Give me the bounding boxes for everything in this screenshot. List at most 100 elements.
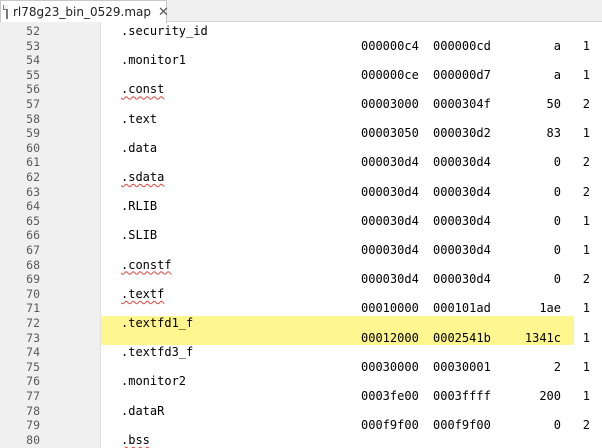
editor-line[interactable]: 56 .const: [0, 82, 602, 97]
section-size: 200: [539, 389, 561, 403]
line-number: 55: [26, 67, 40, 82]
editor-line[interactable]: 80 .bss: [0, 433, 602, 448]
editor-line[interactable]: 70 .textf: [0, 287, 602, 302]
line-number: 56: [26, 82, 40, 97]
section-name: .RLIB: [121, 199, 158, 214]
section-align: 1: [582, 301, 590, 316]
section-name: .SLIB: [121, 228, 158, 243]
line-number: 75: [26, 359, 40, 374]
line-number: 79: [26, 418, 40, 433]
end-address: 00030001: [433, 359, 491, 374]
editor-line[interactable]: 53 000000c4 000000cd a 1: [0, 39, 602, 54]
section-align: 1: [582, 359, 590, 374]
start-address: 00003000: [361, 97, 419, 111]
line-number: 77: [26, 389, 40, 403]
start-address: 00010000: [361, 301, 419, 316]
editor-line[interactable]: 77 0003fe00 0003ffff 200 1: [0, 389, 602, 404]
editor-line[interactable]: 55 000000ce 000000d7 a 1: [0, 68, 602, 83]
line-number: 73: [26, 330, 40, 345]
end-address: 000030d4: [433, 155, 491, 170]
line-number: 70: [26, 286, 40, 301]
start-address: 000030d4: [361, 272, 419, 287]
section-align: 1: [582, 67, 590, 82]
section-size: 0: [553, 272, 561, 287]
section-name: .sdata: [121, 170, 165, 184]
editor-line[interactable]: 69 000030d4 000030d4 0 2: [0, 272, 602, 287]
start-address: 000030d4: [361, 184, 419, 199]
editor-line[interactable]: 67 000030d4 000030d4 0 1: [0, 243, 602, 258]
section-name: .security_id: [121, 24, 208, 38]
section-align: 2: [582, 97, 590, 111]
file-icon: [3, 5, 8, 19]
start-address: 000030d4: [361, 243, 419, 257]
section-align: 2: [582, 272, 590, 287]
tab-title: rl78g23_bin_0529.map: [13, 5, 151, 19]
section-size: 0: [553, 184, 561, 199]
editor-line[interactable]: 59 00003050 000030d2 83 1: [0, 126, 602, 141]
section-align: 1: [582, 243, 590, 257]
line-number: 80: [26, 432, 40, 447]
line-number: 66: [26, 228, 40, 243]
line-number: 72: [26, 316, 40, 330]
editor-text-area[interactable]: 52 .security_id 53 000000c4 000000cd a 1 54 .mon…: [0, 22, 602, 448]
tab-bar: rl78g23_bin_0529.map ✕: [0, 0, 602, 23]
editor-line[interactable]: 66 .SLIB: [0, 228, 602, 243]
line-number: 59: [26, 126, 40, 141]
section-size: 0: [553, 243, 561, 257]
editor-line[interactable]: 60 .data: [0, 141, 602, 156]
editor-line[interactable]: 76 .monitor2: [0, 374, 602, 389]
section-align: 2: [582, 155, 590, 170]
editor-line[interactable]: 79 000f9f00 000f9f00 0 2: [0, 418, 602, 433]
editor-line[interactable]: 78 .dataR: [0, 404, 602, 419]
end-address: 000030d4: [433, 184, 491, 199]
section-name: .const: [121, 82, 165, 97]
editor-line[interactable]: 75 00030000 00030001 2 1: [0, 360, 602, 375]
section-size: a: [553, 38, 561, 53]
line-number: 67: [26, 243, 40, 257]
section-align: 1: [582, 126, 590, 141]
line-number: 57: [26, 97, 40, 111]
section-size: a: [553, 67, 561, 82]
start-address: 000030d4: [361, 213, 419, 228]
section-align: 1: [582, 38, 590, 53]
section-size: 2: [553, 359, 561, 374]
start-address: 0003fe00: [361, 389, 419, 403]
editor-line[interactable]: 57 00003000 0000304f 50 2: [0, 97, 602, 112]
file-tab[interactable]: rl78g23_bin_0529.map ✕: [0, 0, 169, 23]
editor-line[interactable]: 65 000030d4 000030d4 0 1: [0, 214, 602, 229]
line-number: 52: [26, 24, 40, 38]
editor-line[interactable]: 64 .RLIB: [0, 199, 602, 214]
start-address: 000000c4: [361, 38, 419, 53]
end-address: 000030d2: [433, 126, 491, 141]
editor-line[interactable]: 73 00012000 0002541b 1341c 1: [0, 331, 602, 346]
start-address: 00030000: [361, 359, 419, 374]
line-number: 78: [26, 403, 40, 418]
end-address: 0000304f: [433, 97, 491, 111]
close-icon[interactable]: ✕: [158, 6, 169, 19]
section-name: .textfd1_f: [121, 316, 194, 330]
section-name: .monitor2: [121, 374, 187, 389]
editor-line[interactable]: 63 000030d4 000030d4 0 2: [0, 185, 602, 200]
section-size: 83: [546, 126, 561, 141]
editor-line[interactable]: 61 000030d4 000030d4 0 2: [0, 155, 602, 170]
editor-line[interactable]: 74 .textfd3_f: [0, 345, 602, 360]
editor-line[interactable]: 71 00010000 000101ad 1ae 1: [0, 301, 602, 316]
editor-line[interactable]: 54 .monitor1: [0, 53, 602, 68]
start-address: 00012000: [361, 330, 419, 345]
line-number: 60: [26, 140, 40, 155]
editor-line[interactable]: 52 .security_id: [0, 24, 602, 39]
end-address: 000101ad: [433, 301, 491, 316]
editor-line[interactable]: 72 .textfd1_f: [0, 316, 602, 331]
section-size: 0: [553, 418, 561, 433]
section-size: 50: [546, 97, 561, 111]
line-number: 63: [26, 184, 40, 199]
line-number: 76: [26, 374, 40, 389]
editor-line[interactable]: 58 .text: [0, 112, 602, 127]
start-address: 00003050: [361, 126, 419, 141]
end-address: 000000cd: [433, 38, 491, 53]
line-number: 69: [26, 272, 40, 287]
section-size: 1341c: [524, 330, 561, 345]
editor-line[interactable]: 68 .constf: [0, 258, 602, 273]
editor-line[interactable]: 62 .sdata: [0, 170, 602, 185]
section-size: 0: [553, 213, 561, 228]
